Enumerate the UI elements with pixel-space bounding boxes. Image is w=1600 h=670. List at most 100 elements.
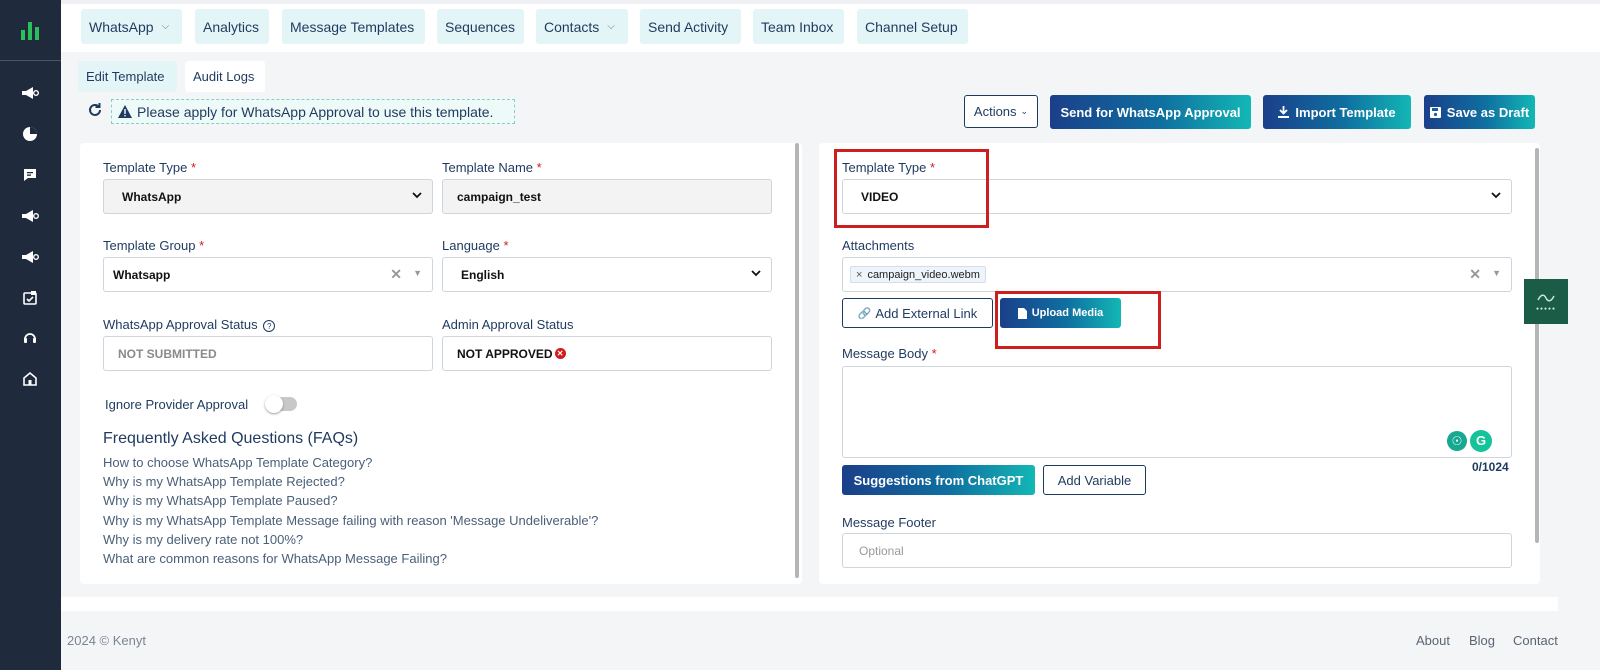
clear-icon[interactable]: ✕	[390, 266, 402, 283]
nav-label: Sequences	[445, 18, 516, 35]
warning-icon	[118, 105, 132, 118]
nav-contacts[interactable]: Contacts ⌵	[536, 9, 628, 44]
chevron-down-icon: ⌵	[161, 21, 170, 32]
faq-title: Frequently Asked Questions (FAQs)	[103, 430, 359, 447]
label-text: Message Body	[842, 346, 928, 361]
label-text: Admin Approval Status	[442, 317, 574, 332]
field-value: NOT SUBMITTED	[118, 346, 217, 361]
nav-team-inbox[interactable]: Team Inbox	[753, 9, 844, 44]
calendar-check-icon[interactable]	[19, 287, 41, 309]
campaign-icon[interactable]	[19, 246, 41, 268]
footer-about-link[interactable]: About	[1416, 633, 1450, 648]
body-char-counter: 0/1024	[1472, 460, 1509, 474]
nav-label: Analytics	[203, 18, 260, 35]
faq-link[interactable]: What are common reasons for WhatsApp Mes…	[103, 551, 447, 566]
admin-status-label: Admin Approval Status	[442, 317, 574, 332]
nav-label: Contacts	[544, 18, 600, 35]
footer-contact-link[interactable]: Contact	[1513, 633, 1558, 648]
chat-icon[interactable]	[19, 164, 41, 186]
headset-icon[interactable]	[19, 327, 41, 349]
placeholder-text: Optional	[859, 543, 904, 558]
select-value: English	[461, 267, 505, 282]
wa-status-label: WhatsApp Approval Status ?	[103, 317, 276, 332]
error-circle-icon: ✕	[554, 348, 566, 359]
highlight-box-template-type	[834, 149, 989, 228]
highlight-box-upload	[995, 291, 1161, 349]
nav-label: Send Activity	[648, 18, 729, 35]
faq-link[interactable]: Why is my WhatsApp Template Message fail…	[103, 513, 598, 528]
clear-icon[interactable]: ✕	[1469, 266, 1481, 283]
nav-label: Team Inbox	[761, 18, 834, 35]
nav-message-templates[interactable]: Message Templates	[282, 9, 425, 44]
label-text: Template Name	[442, 160, 534, 175]
chevron-down-icon	[1491, 192, 1501, 199]
nav-whatsapp[interactable]: WhatsApp ⌵	[81, 9, 182, 44]
left-scrollbar[interactable]	[795, 143, 799, 578]
label-text: Language	[442, 238, 500, 253]
megaphone-icon[interactable]	[19, 82, 41, 104]
bar-chart-logo-icon[interactable]	[18, 18, 42, 42]
template-name-field[interactable]: campaign_test	[442, 179, 772, 214]
faq-link[interactable]: Why is my WhatsApp Template Rejected?	[103, 474, 345, 489]
toggle-knob	[265, 395, 283, 413]
required-mark: *	[931, 346, 937, 361]
template-type-select[interactable]: WhatsApp	[103, 179, 433, 214]
brand-mark: ●●●●●	[1535, 305, 1557, 312]
required-mark: *	[199, 238, 205, 253]
required-mark: *	[503, 238, 509, 253]
add-variable-button[interactable]: Add Variable	[1043, 465, 1146, 495]
help-circle-icon[interactable]: ?	[263, 320, 276, 332]
message-footer-input[interactable]: Optional	[842, 533, 1512, 568]
nav-send-activity[interactable]: Send Activity	[640, 9, 741, 44]
label-text: WhatsApp Approval Status	[103, 317, 258, 332]
side-brand-widget[interactable]: ●●●●●	[1524, 279, 1568, 324]
brand-logo-icon	[1537, 294, 1555, 301]
field-value: NOT APPROVED	[457, 346, 553, 361]
right-scrollbar[interactable]	[1535, 148, 1539, 543]
download-icon	[1278, 106, 1290, 118]
message-footer-label: Message Footer	[842, 515, 936, 530]
send-for-approval-button[interactable]: Send for WhatsApp Approval	[1050, 95, 1251, 129]
import-template-button[interactable]: Import Template	[1263, 95, 1411, 129]
save-draft-button[interactable]: Save as Draft	[1424, 95, 1535, 129]
chevron-down-icon	[751, 270, 761, 277]
actions-dropdown[interactable]: Actions ⌄	[964, 95, 1038, 128]
ignore-approval-toggle[interactable]	[265, 395, 297, 413]
footer-blog-link[interactable]: Blog	[1469, 633, 1495, 648]
content-bottom-strip	[61, 597, 1558, 611]
grammarly-icon[interactable]: G	[1470, 430, 1492, 452]
required-mark: *	[190, 160, 196, 175]
faq-link[interactable]: Why is my WhatsApp Template Paused?	[103, 493, 338, 508]
template-group-label: Template Group *	[103, 238, 204, 253]
template-group-select[interactable]: Whatsapp ✕ ▼	[103, 257, 433, 292]
broadcast-icon[interactable]	[19, 205, 41, 227]
caret-down-icon: ▼	[1492, 268, 1501, 278]
refresh-icon[interactable]	[86, 101, 104, 119]
tab-audit-logs[interactable]: Audit Logs	[185, 61, 265, 92]
pie-chart-icon[interactable]	[19, 123, 41, 145]
language-label: Language *	[442, 238, 509, 253]
home-icon[interactable]	[19, 368, 41, 390]
message-body-label: Message Body *	[842, 346, 937, 361]
message-body-textarea[interactable]: ☉ G	[842, 366, 1512, 458]
language-select[interactable]: English	[442, 257, 772, 292]
sidebar-divider	[0, 60, 61, 61]
nav-channel-setup[interactable]: Channel Setup	[857, 9, 968, 44]
lightbulb-icon[interactable]: ☉	[1447, 431, 1467, 451]
remove-chip-icon[interactable]: ×	[856, 269, 862, 281]
nav-sequences[interactable]: Sequences	[437, 9, 524, 44]
page-footer: 2024 © Kenyt About Blog Contact	[61, 622, 1600, 670]
link-icon: 🔗	[857, 307, 872, 320]
attachment-chip: × campaign_video.webm	[850, 266, 986, 283]
faq-link[interactable]: How to choose WhatsApp Template Category…	[103, 455, 372, 470]
nav-analytics[interactable]: Analytics	[195, 9, 269, 44]
field-value: campaign_test	[457, 189, 542, 204]
chevron-down-icon	[412, 192, 422, 199]
notice-text: Please apply for WhatsApp Approval to us…	[137, 103, 494, 120]
add-external-link-button[interactable]: 🔗 Add External Link	[842, 298, 993, 328]
tab-edit-template[interactable]: Edit Template	[78, 61, 177, 92]
chatgpt-suggestions-button[interactable]: Suggestions from ChatGPT	[842, 465, 1035, 495]
faq-link[interactable]: Why is my delivery rate not 100%?	[103, 532, 303, 547]
admin-status-field: NOT APPROVED ✕	[442, 336, 772, 371]
select-value: Whatsapp	[113, 267, 171, 282]
